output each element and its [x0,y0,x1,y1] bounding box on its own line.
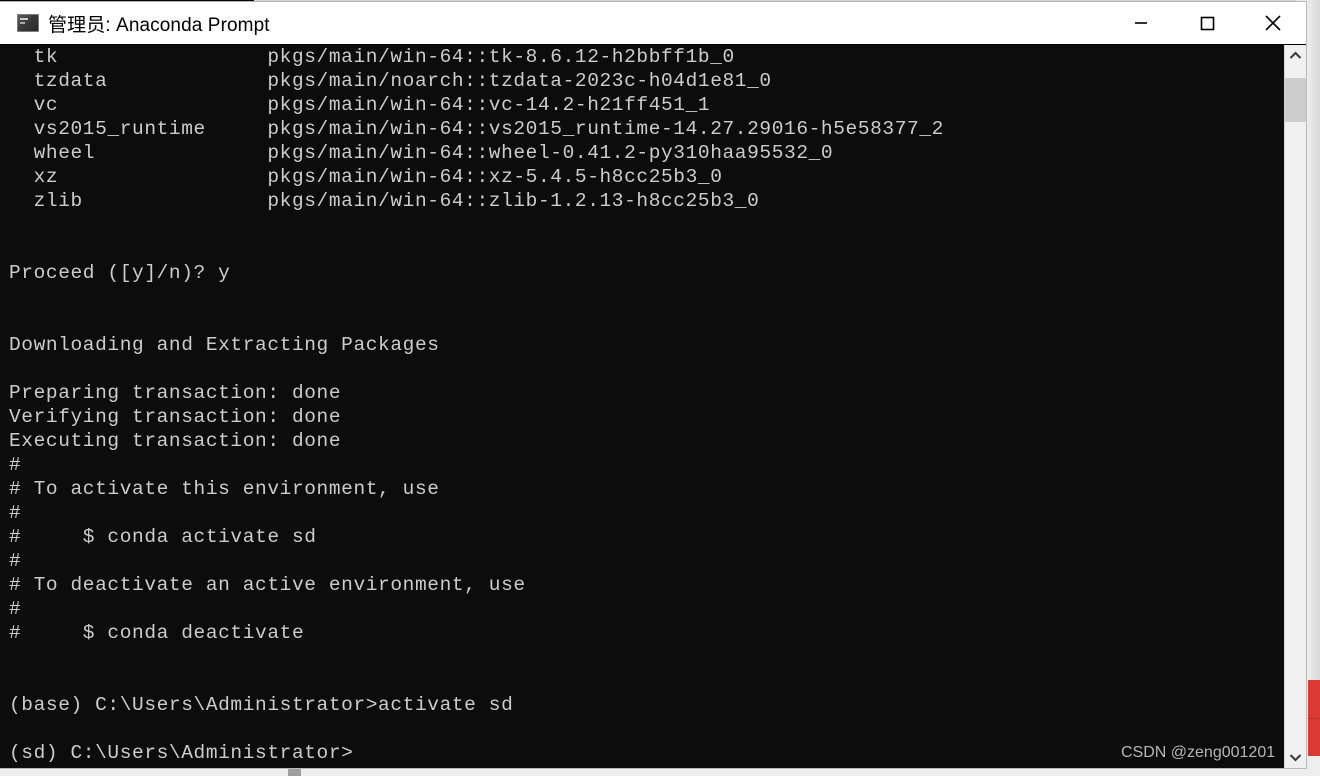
vertical-scrollbar[interactable] [1284,45,1306,768]
console-line: vc pkgs/main/win-64::vc-14.2-h21ff451_1 [9,94,711,116]
console-output-area[interactable]: tk pkgs/main/win-64::tk-8.6.12-h2bbff1b_… [0,45,1306,768]
minimize-button[interactable] [1108,2,1174,43]
console-line: Executing transaction: done [9,430,342,452]
close-button[interactable] [1240,2,1306,43]
console-line: # To activate this environment, use [9,478,440,500]
chevron-up-icon [1289,51,1302,59]
console-line: vs2015_runtime pkgs/main/win-64::vs2015_… [9,118,944,140]
minimize-icon [1135,21,1147,24]
console-line: Downloading and Extracting Packages [9,334,440,356]
console-line: Proceed ([y]/n)? y [9,262,231,284]
scrollbar-thumb[interactable] [1285,78,1306,122]
watermark-text: CSDN @zeng001201 [1121,744,1276,761]
close-icon [1265,14,1281,31]
console-text: tk pkgs/main/win-64::tk-8.6.12-h2bbff1b_… [9,45,1274,765]
maximize-button[interactable] [1174,2,1240,43]
console-line: tzdata pkgs/main/noarch::tzdata-2023c-h0… [9,70,772,92]
console-line: (sd) C:\Users\Administrator> [9,742,354,764]
console-line: # [9,598,22,620]
console-line: # $ conda deactivate [9,622,305,644]
console-line: xz pkgs/main/win-64::xz-5.4.5-h8cc25b3_0 [9,166,723,188]
console-icon [17,14,39,32]
anaconda-prompt-window: 管理员: Anaconda Prompt tk pkgs/main/win-64… [0,2,1306,768]
watermark: CSDN @zeng001201 [1121,742,1296,768]
console-line: zlib pkgs/main/win-64::zlib-1.2.13-h8cc2… [9,190,760,212]
console-line: wheel pkgs/main/win-64::wheel-0.41.2-py3… [9,142,834,164]
console-line: # $ conda activate sd [9,526,317,548]
scroll-up-button[interactable] [1285,45,1306,66]
window-title: 管理员: Anaconda Prompt [48,14,270,36]
window-controls [1108,2,1306,43]
screen-root: 55 管理员: Anaconda Prompt [0,0,1320,776]
title-bar[interactable]: 管理员: Anaconda Prompt [0,2,1306,45]
console-line: # [9,454,22,476]
console-line: # To deactivate an active environment, u… [9,574,526,596]
console-line: # [9,502,22,524]
console-line: # [9,550,22,572]
console-line: (base) C:\Users\Administrator>activate s… [9,694,514,716]
console-line: Preparing transaction: done [9,382,342,404]
console-line: tk pkgs/main/win-64::tk-8.6.12-h2bbff1b_… [9,46,735,68]
console-line: Verifying transaction: done [9,406,342,428]
maximize-icon [1200,16,1215,30]
